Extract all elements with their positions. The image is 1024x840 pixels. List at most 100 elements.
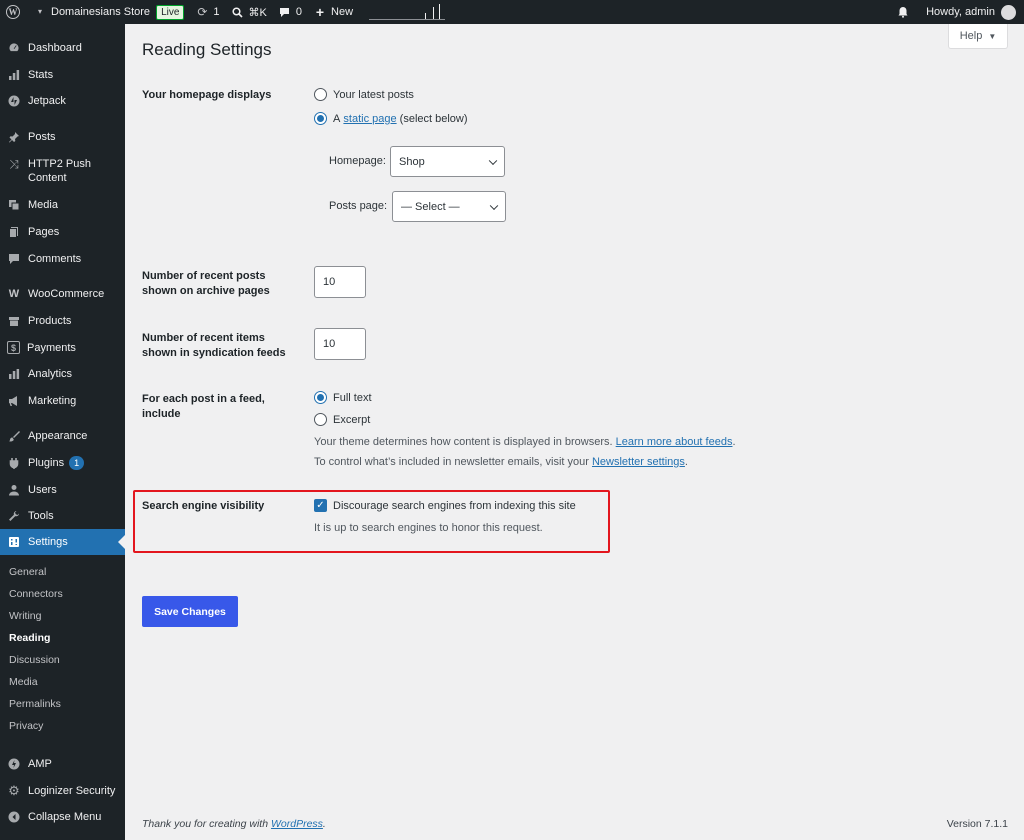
sidebar-item-settings[interactable]: Settings — [0, 529, 125, 555]
help-button[interactable]: Help ▼ — [948, 24, 1008, 49]
woo-icon: W — [8, 288, 20, 300]
footer-thanks: Thank you for creating with WordPress. — [142, 818, 326, 830]
radio-button[interactable] — [314, 413, 327, 426]
submenu-permalinks[interactable]: Permalinks — [9, 698, 61, 710]
sidebar-item-jetpack[interactable]: Jetpack — [0, 94, 125, 108]
wrench-icon — [7, 509, 21, 523]
sidebar-item-comments[interactable]: Comments — [0, 252, 125, 266]
site-name-link[interactable]: ▾ Domainesians Store Live — [26, 0, 190, 24]
radio-static-page[interactable]: A static page (select below) — [314, 112, 468, 125]
wordpress-logo-icon: W — [6, 5, 20, 19]
newsletter-description: To control what’s included in newsletter… — [314, 456, 688, 468]
checkbox-label: Discourage search engines from indexing … — [333, 499, 576, 512]
sidebar-item-label: Tools — [28, 510, 54, 522]
sidebar-item-label: Appearance — [28, 430, 88, 442]
plugin-icon — [7, 456, 21, 470]
feed-include-label: For each post in a feed, include — [142, 392, 302, 422]
discourage-search-checkbox[interactable]: ✓ — [314, 499, 327, 512]
sidebar-item-label: Payments — [27, 342, 76, 354]
brush-icon — [7, 429, 21, 443]
new-content-button[interactable]: + New — [308, 0, 359, 24]
submenu-privacy[interactable]: Privacy — [9, 720, 43, 732]
syndication-items-input[interactable]: 10 — [314, 328, 366, 360]
dashboard-icon — [7, 41, 21, 55]
radio-latest-posts[interactable]: Your latest posts — [314, 88, 414, 101]
shuffle-icon: ⤨ — [9, 157, 19, 171]
sidebar-item-payments[interactable]: $ Payments — [0, 341, 125, 355]
wordpress-link[interactable]: WordPress — [271, 818, 323, 830]
submenu-writing[interactable]: Writing — [9, 610, 41, 622]
sidebar-item-pages[interactable]: Pages — [0, 225, 125, 239]
jetpack-icon — [7, 94, 21, 108]
sidebar-item-products[interactable]: Products — [0, 314, 125, 328]
radio-label: Excerpt — [333, 413, 371, 426]
submenu-general[interactable]: General — [9, 566, 46, 578]
sidebar-item-dashboard[interactable]: Dashboard — [0, 41, 125, 55]
sidebar-item-tools[interactable]: Tools — [0, 509, 125, 523]
homepage-select-label: Homepage: — [329, 155, 386, 167]
radio-excerpt[interactable]: Excerpt — [314, 413, 370, 426]
radio-button[interactable] — [314, 88, 327, 101]
radio-label-suffix: (select below) — [399, 112, 468, 125]
posts-page-select-label: Posts page: — [329, 200, 388, 212]
submenu-discussion[interactable]: Discussion — [9, 654, 60, 666]
feed-label-line2: include — [142, 408, 181, 420]
sidebar-item-plugins[interactable]: Plugins 1 — [0, 456, 125, 470]
sidebar-item-users[interactable]: Users — [0, 483, 125, 497]
radio-button-checked[interactable] — [314, 391, 327, 404]
sidebar-item-posts[interactable]: Posts — [0, 130, 125, 144]
sidebar-item-http2-push[interactable]: ⤨ HTTP2 Push Content — [0, 157, 125, 185]
bell-icon — [897, 6, 909, 18]
wordpress-logo-button[interactable]: W — [0, 0, 26, 24]
sidebar-item-label: Comments — [28, 253, 82, 265]
sidebar-item-label: HTTP2 Push — [28, 158, 91, 170]
collapse-menu-button[interactable]: Collapse Menu — [0, 810, 125, 824]
sidebar-item-stats[interactable]: Stats — [0, 68, 125, 82]
analytics-icon — [7, 367, 21, 381]
sidebar-item-marketing[interactable]: Marketing — [0, 394, 125, 408]
updates-button[interactable]: ⟳ 1 — [190, 0, 225, 24]
feed-label-line1: For each post in a feed, — [142, 393, 265, 405]
new-label: New — [331, 6, 354, 18]
static-page-link[interactable]: static page — [343, 113, 396, 125]
sidebar-item-amp[interactable]: AMP — [0, 757, 125, 771]
sidebar-item-analytics[interactable]: Analytics — [0, 367, 125, 381]
notifications-button[interactable] — [891, 0, 920, 24]
submenu-media[interactable]: Media — [9, 676, 38, 688]
save-changes-button[interactable]: Save Changes — [142, 596, 238, 627]
sidebar-item-woocommerce[interactable]: W WooCommerce — [0, 287, 125, 301]
submenu-connectors[interactable]: Connectors — [9, 588, 63, 600]
sidebar-item-label: Settings — [28, 536, 68, 548]
sidebar-item-loginizer[interactable]: ⚙ Loginizer Security — [0, 784, 125, 798]
discourage-search-checkbox-row[interactable]: ✓ Discourage search engines from indexin… — [314, 499, 576, 512]
account-menu[interactable]: Howdy, admin — [920, 0, 1024, 24]
submenu-reading[interactable]: Reading — [9, 632, 50, 644]
posts-page-select-value: — Select — — [401, 200, 460, 213]
pages-icon — [7, 225, 21, 239]
media-icon — [7, 198, 21, 212]
radio-button-checked[interactable] — [314, 112, 327, 125]
pin-icon — [7, 130, 21, 144]
archive-posts-input[interactable]: 10 — [314, 266, 366, 298]
search-visibility-description: It is up to search engines to honor this… — [314, 522, 543, 534]
stats-sparkline[interactable] — [369, 4, 446, 20]
chevron-down-icon — [489, 201, 499, 210]
radio-full-text[interactable]: Full text — [314, 391, 372, 404]
archive-posts-label: Number of recent posts shown on archive … — [142, 269, 302, 299]
newsletter-settings-link[interactable]: Newsletter settings — [592, 456, 685, 468]
sidebar-item-label-wrap: HTTP2 Push Content — [28, 157, 91, 185]
learn-more-feeds-link[interactable]: Learn more about feeds — [616, 436, 733, 448]
search-visibility-label: Search engine visibility — [142, 500, 265, 512]
sidebar-item-label: Jetpack — [28, 95, 66, 107]
avatar — [1001, 4, 1016, 20]
sidebar-item-appearance[interactable]: Appearance — [0, 429, 125, 443]
site-name: Domainesians Store — [51, 6, 151, 18]
sidebar-item-label: Posts — [28, 131, 56, 143]
posts-page-select[interactable]: — Select — — [392, 191, 506, 222]
homepage-select[interactable]: Shop — [390, 146, 505, 177]
sidebar-item-media[interactable]: Media — [0, 198, 125, 212]
search-button[interactable]: ⌘K — [226, 0, 273, 24]
refresh-icon: ⟳ — [197, 5, 208, 19]
comments-button[interactable]: 0 — [273, 0, 308, 24]
feed-description-text: Your theme determines how content is dis… — [314, 436, 613, 448]
